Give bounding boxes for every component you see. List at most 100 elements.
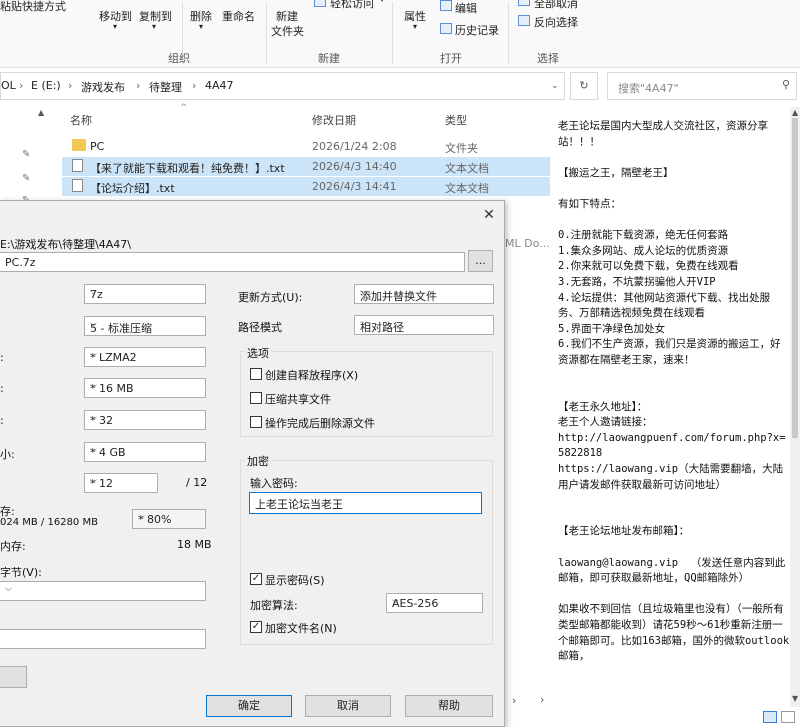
word-size-label: : (0, 414, 4, 427)
edit-button[interactable]: 编辑 (455, 0, 477, 16)
address-bar[interactable]: OL › E (E:) › 游戏发布 › 待整理 › 4A47 ⌄ (0, 72, 565, 100)
archive-path: E:\游戏发布\待整理\4A47\ (0, 238, 132, 251)
chevron-down-icon: ⌵ (5, 584, 12, 594)
expand-arrow-icon[interactable]: › (512, 694, 516, 707)
file-date: 2026/1/24 2:08 (312, 140, 397, 153)
help-button[interactable]: 帮助 (405, 695, 493, 717)
encryption-group-title: 加密 (245, 453, 271, 469)
divider (392, 2, 393, 64)
breadcrumb-item[interactable]: 游戏发布 (81, 79, 125, 95)
chevron-down-icon: ⌵ (90, 287, 97, 297)
threads-total: / 12 (186, 476, 208, 489)
encrypt-names-label: 加密文件名(N) (265, 622, 337, 635)
status-bar (505, 707, 800, 727)
add-to-archive-dialog: ✕ E:\游戏发布\待整理\4A47\ PC.7z ... 7z ⌵ 5 - 标准… (0, 200, 505, 727)
file-row[interactable]: 【论坛介绍】.txt 2026/4/3 14:41 文本文档 (62, 177, 552, 196)
breadcrumb-item[interactable]: OL (1, 79, 16, 92)
scroll-right-icon[interactable]: › (540, 693, 544, 706)
scroll-down-icon[interactable]: ▼ (792, 694, 798, 703)
pin-icon: ✎ (22, 173, 31, 184)
chevron-down-icon: ⌵ (138, 512, 145, 522)
refresh-icon[interactable]: ↻ (570, 72, 598, 100)
breadcrumb-item[interactable]: 待整理 (149, 79, 182, 95)
close-icon[interactable]: ✕ (478, 205, 500, 225)
preview-text: 老王论坛是国内大型成人交流社区，资源分享站！！！ 【搬运之王，隔壁老王】 有如下… (550, 107, 790, 707)
file-name: 【来了就能下载和观看！纯免费！】.txt (90, 162, 285, 175)
update-mode-label: 更新方式(U): (238, 291, 303, 304)
file-type: 文本文档 (445, 162, 489, 175)
encrypt-names-checkbox[interactable]: ✓ (250, 621, 262, 633)
history-button[interactable]: 历史记录 (455, 22, 499, 38)
method-label: : (0, 351, 4, 364)
archive-name-combo[interactable]: PC.7z (0, 252, 465, 272)
password-input[interactable]: 上老王论坛当老王 (249, 492, 482, 514)
invert-selection-icon (518, 15, 530, 26)
scroll-up-icon[interactable]: ▲ (38, 108, 44, 117)
update-mode-select[interactable]: 添加并替换文件 ⌵ (354, 284, 494, 304)
dictionary-label: : (0, 382, 4, 395)
chevron-down-icon: ▾ (113, 22, 118, 31)
chevron-down-icon: ⌵ (90, 445, 97, 455)
column-header-type[interactable]: 类型 (445, 112, 467, 128)
column-header-name[interactable]: 名称 (70, 112, 92, 128)
search-placeholder: 搜索"4A47" (618, 82, 679, 95)
edit-icon (440, 0, 452, 11)
chevron-down-icon: ▾ (199, 22, 204, 31)
decompress-memory-label: 内存: (0, 540, 26, 553)
parameters-input[interactable] (0, 629, 206, 649)
details-view-icon[interactable] (763, 711, 777, 723)
browse-button[interactable]: ... (468, 250, 493, 272)
search-input[interactable]: 搜索"4A47" ⚲ (607, 72, 797, 100)
chevron-down-icon: ▾ (413, 22, 418, 31)
chevron-right-icon: › (192, 79, 197, 92)
select-none-button[interactable]: 全部取消 (534, 0, 578, 11)
memory-percent-select[interactable]: * 80% ⌵ (132, 509, 206, 529)
chevron-down-icon: ⌵ (90, 476, 97, 486)
ok-button[interactable]: 确定 (206, 695, 292, 717)
options-button[interactable] (0, 666, 27, 688)
sfx-label: 创建自释放程序(X) (265, 369, 359, 382)
paste-shortcut-button[interactable]: 粘贴快捷方式 (0, 0, 66, 14)
chevron-right-icon: › (68, 79, 73, 92)
shared-files-checkbox[interactable] (250, 392, 262, 404)
solid-block-select[interactable]: * 4 GB ⌵ (84, 442, 206, 462)
show-password-checkbox[interactable]: ✓ (250, 573, 262, 585)
delete-after-label: 操作完成后删除源文件 (265, 417, 375, 430)
select-none-icon (518, 0, 530, 6)
threads-select[interactable]: * 12 ⌵ (84, 473, 158, 493)
path-mode-select[interactable]: 相对路径 ⌵ (354, 315, 494, 335)
chevron-down-icon[interactable]: ⌄ (551, 81, 559, 91)
encryption-method-select[interactable]: AES-256 ⌵ (386, 593, 483, 613)
password-label: 输入密码: (250, 477, 298, 490)
tiles-view-icon[interactable] (781, 711, 795, 723)
breadcrumb-item[interactable]: 4A47 (205, 79, 234, 92)
chevron-down-icon: ⌵ (90, 413, 97, 423)
archive-format-select[interactable]: 7z ⌵ (84, 284, 206, 304)
compression-level-select[interactable]: 5 - 标准压缩 ⌵ (84, 316, 206, 336)
word-size-select[interactable]: * 32 ⌵ (84, 410, 206, 430)
ribbon: 粘贴快捷方式 移动到 复制到 ▾ ▾ 删除 ▾ 重命名 新建 文件夹 轻松访问 … (0, 0, 800, 68)
scrollbar-thumb[interactable] (792, 118, 798, 438)
scroll-up-icon[interactable]: ▲ (792, 108, 798, 117)
new-folder-label: 文件夹 (271, 25, 304, 38)
sfx-checkbox[interactable] (250, 368, 262, 380)
breadcrumb-item[interactable]: E (E:) (31, 79, 61, 92)
divider (266, 2, 267, 64)
column-header-date[interactable]: 修改日期 (312, 112, 356, 128)
file-row[interactable]: PC 2026/1/24 2:08 文件夹 (62, 137, 552, 156)
invert-selection-button[interactable]: 反向选择 (534, 14, 578, 30)
dictionary-size-select[interactable]: * 16 MB ⌵ (84, 378, 206, 398)
delete-after-checkbox[interactable] (250, 416, 262, 428)
easy-access-button[interactable]: 轻松访问 (330, 0, 374, 11)
new-folder-button[interactable]: 新建 (276, 8, 298, 24)
rename-button[interactable]: 重命名 (222, 8, 255, 24)
chevron-down-icon: ⌵ (90, 350, 97, 360)
chevron-down-icon: ⌵ (392, 596, 399, 606)
split-volume-select[interactable]: ⌵ (0, 581, 206, 601)
compression-method-select[interactable]: * LZMA2 ⌵ (84, 347, 206, 367)
cancel-button[interactable]: 取消 (305, 695, 391, 717)
chevron-down-icon: ▾ (380, 0, 384, 4)
group-label-new: 新建 (318, 52, 340, 65)
file-row[interactable]: 【来了就能下载和观看！纯免费！】.txt 2026/4/3 14:40 文本文档 (62, 157, 552, 176)
pin-icon: ✎ (22, 149, 31, 160)
